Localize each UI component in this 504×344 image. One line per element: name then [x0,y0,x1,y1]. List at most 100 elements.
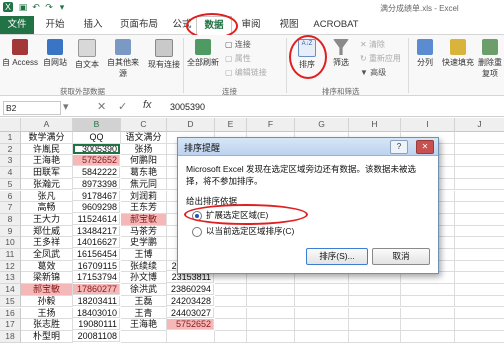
table-cell[interactable] [401,319,455,331]
connections-link[interactable]: ▢ 连接 [225,39,251,50]
table-cell[interactable] [295,307,349,320]
from-text-button[interactable]: 自文本 [72,39,102,70]
sort-confirm-button[interactable]: 排序(S)... [306,248,368,265]
column-header[interactable]: A [21,118,73,132]
row-header[interactable]: 17 [0,319,21,331]
table-cell[interactable]: 18403010 [73,307,120,319]
table-cell[interactable]: 王大力 [21,213,73,226]
column-header[interactable]: F [247,118,295,132]
table-cell[interactable]: 8973398 [73,178,120,190]
table-cell[interactable]: 葛东艳 [121,167,167,179]
table-cell[interactable]: 张凡 [21,190,73,203]
table-cell[interactable] [455,284,504,296]
table-cell[interactable] [455,226,504,238]
help-button[interactable]: ? [390,140,408,154]
select-all-corner[interactable] [0,118,21,132]
cancel-entry-icon[interactable]: ✕ [97,100,106,113]
table-cell[interactable]: 全凤武 [21,249,73,261]
table-cell[interactable]: 王博 [121,249,167,261]
tab-formulas[interactable]: 公式 [166,16,198,34]
table-cell[interactable]: 23860294 [167,284,214,295]
redo-icon[interactable]: ↷ [44,2,54,12]
table-cell[interactable]: 焦元同 [121,178,167,191]
table-cell[interactable] [295,284,349,296]
table-cell[interactable] [401,272,455,285]
expand-selection-option[interactable]: 扩展选定区域(E) [192,209,268,221]
table-cell[interactable] [215,272,247,285]
table-cell[interactable] [121,330,167,343]
table-cell[interactable]: 高畅 [21,202,73,214]
table-cell[interactable]: 24403027 [167,307,214,319]
advanced-filter-link[interactable]: ▼ 高级 [360,67,386,78]
table-cell[interactable]: 梁新锦 [21,272,73,285]
table-cell[interactable]: 张瀚元 [21,178,73,191]
table-cell[interactable] [401,284,455,296]
table-cell[interactable]: 王多祥 [21,237,73,249]
column-header[interactable]: B [73,118,121,132]
column-header[interactable]: J [455,118,504,132]
reapply-filter-link[interactable]: ↻ 重新应用 [360,53,401,64]
table-cell[interactable]: 刘润莉 [121,190,167,203]
row-header[interactable]: 10 [0,237,21,249]
table-cell[interactable]: 许胤民 [21,143,73,156]
table-cell[interactable] [455,202,504,214]
table-cell[interactable] [215,307,247,320]
tab-view[interactable]: 视图 [272,16,306,34]
remove-duplicates-button[interactable]: 删除重复项 [476,39,504,79]
from-web-button[interactable]: 自网站 [40,39,70,68]
row-header[interactable]: 7 [0,202,21,214]
row-header[interactable]: 11 [0,249,21,261]
table-cell[interactable]: 19080111 [73,319,120,330]
table-cell[interactable]: 徐洪武 [121,284,167,296]
tab-page-layout[interactable]: 页面布局 [114,16,164,34]
sort-button[interactable]: A↓Z 排序 [292,39,322,70]
table-cell[interactable]: 数学满分 [21,132,73,144]
radio-selected-icon[interactable] [192,210,202,221]
table-cell[interactable]: 葛效 [21,260,73,273]
formula-input[interactable]: 3005390 [170,102,205,112]
name-box[interactable]: B2 [3,101,61,115]
table-cell[interactable]: 张续续 [121,260,167,273]
table-cell[interactable] [455,331,504,343]
table-cell[interactable] [167,330,215,343]
table-cell[interactable] [349,295,401,308]
table-cell[interactable]: 11524614 [73,213,120,225]
table-cell[interactable]: 24203428 [167,295,214,307]
table-cell[interactable] [349,272,401,285]
column-header[interactable]: D [167,118,215,132]
column-header[interactable]: I [401,118,455,132]
table-cell[interactable] [455,272,504,285]
column-header[interactable]: G [295,118,349,132]
tab-insert[interactable]: 插入 [76,16,110,34]
properties-link[interactable]: ▢ 属性 [225,53,251,64]
table-cell[interactable] [349,330,401,343]
table-cell[interactable] [247,307,295,320]
table-cell[interactable] [455,261,504,273]
table-cell[interactable] [295,319,349,331]
table-cell[interactable]: 郝宝敏 [121,213,167,226]
table-cell[interactable] [247,284,295,296]
name-box-dropdown-icon[interactable]: ▾ [63,100,69,113]
filter-button[interactable]: 筛选 [328,39,354,68]
confirm-entry-icon[interactable]: ✓ [118,100,127,113]
table-cell[interactable]: 5752652 [73,155,120,167]
table-cell[interactable] [295,330,349,343]
close-button[interactable]: ✕ [416,140,434,154]
row-header[interactable]: 1 [0,132,21,144]
table-cell[interactable] [455,308,504,320]
table-cell[interactable] [455,167,504,179]
table-cell[interactable]: 何鹏阳 [121,155,167,168]
table-cell[interactable]: 王海艳 [121,319,167,331]
table-cell[interactable] [247,272,295,285]
tab-data[interactable]: 数据 [196,16,232,36]
table-cell[interactable] [215,330,247,343]
table-cell[interactable]: 王青 [121,307,167,320]
table-cell[interactable] [455,155,504,168]
table-cell[interactable]: 孙文博 [121,272,167,285]
table-cell[interactable] [215,295,247,308]
table-cell[interactable] [401,307,455,320]
table-cell[interactable] [455,191,504,203]
table-cell[interactable]: 马茶芳 [121,225,167,238]
table-cell[interactable] [349,284,401,296]
table-cell[interactable]: 13484217 [73,225,120,237]
